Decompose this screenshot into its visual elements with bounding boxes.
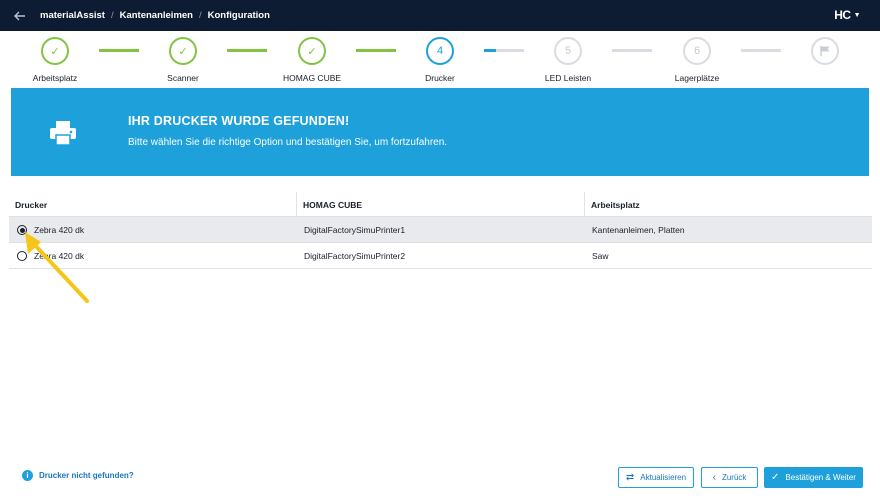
table-header: Drucker HOMAG CUBE Arbeitsplatz: [9, 192, 872, 217]
step-label: Scanner: [167, 73, 199, 83]
confirm-next-button[interactable]: ✓ Bestätigen & Weiter: [764, 467, 863, 488]
step-connector: [612, 49, 652, 52]
step-connector: [99, 49, 139, 52]
breadcrumb-item-module[interactable]: Kantenanleimen: [120, 10, 193, 21]
step-label: Arbeitsplatz: [32, 73, 78, 83]
printer-cell: Zebra 420 dk: [17, 217, 84, 243]
refresh-button[interactable]: ⇄ Aktualisieren: [618, 467, 694, 488]
check-icon: ✓: [298, 37, 326, 65]
step-number: 5: [554, 37, 582, 65]
table-row[interactable]: Zebra 420 dk DigitalFactorySimuPrinter2 …: [9, 243, 872, 269]
back-button[interactable]: ‹ Zurück: [701, 467, 758, 488]
table-row[interactable]: Zebra 420 dk DigitalFactorySimuPrinter1 …: [9, 217, 872, 243]
step-label: LED Leisten: [544, 73, 592, 83]
step-homag-cube[interactable]: ✓ HOMAG CUBE: [272, 37, 352, 83]
step-connector: [741, 49, 781, 52]
column-header-drucker: Drucker: [15, 199, 48, 210]
breadcrumb-item-app[interactable]: materialAssist: [40, 10, 105, 21]
swap-arrows-icon: ⇄: [625, 472, 635, 483]
breadcrumb-item-current: Konfiguration: [207, 10, 270, 21]
radio-button[interactable]: [17, 251, 27, 261]
check-icon: ✓: [41, 37, 69, 65]
info-icon: i: [22, 470, 33, 481]
banner-subtitle: Bitte wählen Sie die richtige Option und…: [128, 137, 448, 148]
column-header-homag-cube: HOMAG CUBE: [296, 192, 362, 217]
step-drucker[interactable]: 4 Drucker: [400, 37, 480, 83]
step-label: Drucker: [425, 73, 455, 83]
column-header-arbeitsplatz: Arbeitsplatz: [584, 192, 640, 217]
brand-logo: HC: [834, 8, 851, 22]
printer-name: Zebra 420 dk: [34, 251, 85, 261]
banner-title: IHR DRUCKER WURDE GEFUNDEN!: [128, 114, 350, 128]
refresh-label: Aktualisieren: [640, 473, 687, 482]
step-number: 6: [683, 37, 711, 65]
progress-stepper: ✓ Arbeitsplatz ✓ Scanner ✓ HOMAG CUBE 4 …: [0, 31, 880, 88]
check-icon: ✓: [771, 472, 780, 483]
step-connector: [356, 49, 396, 52]
step-connector: [227, 49, 267, 52]
workplace-cell: Kantenanleimen, Platten: [592, 225, 685, 235]
printer-icon: [49, 120, 77, 146]
chevron-left-icon: ‹: [712, 472, 716, 483]
step-label: HOMAG CUBE: [282, 73, 342, 83]
confirm-label: Bestätigen & Weiter: [785, 473, 856, 482]
brand-menu[interactable]: HC ▼: [834, 8, 860, 22]
printer-table: Drucker HOMAG CUBE Arbeitsplatz Zebra 42…: [9, 192, 872, 269]
back-arrow-icon[interactable]: [0, 0, 40, 31]
flag-icon: [811, 37, 839, 65]
printer-found-banner: IHR DRUCKER WURDE GEFUNDEN! Bitte wählen…: [11, 88, 869, 176]
printer-not-found-link[interactable]: i Drucker nicht gefunden?: [22, 470, 134, 481]
breadcrumb-separator: /: [110, 10, 114, 21]
check-icon: ✓: [169, 37, 197, 65]
step-label: Lagerplätze: [674, 73, 720, 83]
step-scanner[interactable]: ✓ Scanner: [143, 37, 223, 83]
breadcrumb: materialAssist / Kantenanleimen / Konfig…: [40, 10, 270, 21]
step-lagerplaetze: 6 Lagerplätze: [657, 37, 737, 83]
back-label: Zurück: [721, 473, 747, 482]
radio-button-selected[interactable]: [17, 225, 27, 235]
cube-cell: DigitalFactorySimuPrinter2: [304, 251, 406, 261]
breadcrumb-separator: /: [198, 10, 202, 21]
step-number: 4: [426, 37, 454, 65]
app-header: materialAssist / Kantenanleimen / Konfig…: [0, 0, 880, 31]
step-finish: [785, 37, 865, 65]
help-link-label: Drucker nicht gefunden?: [39, 471, 134, 480]
step-led-leisten: 5 LED Leisten: [528, 37, 608, 83]
printer-cell: Zebra 420 dk: [17, 243, 84, 269]
cube-cell: DigitalFactorySimuPrinter1: [304, 225, 406, 235]
step-connector: [484, 49, 524, 52]
printer-name: Zebra 420 dk: [34, 225, 85, 235]
step-arbeitsplatz[interactable]: ✓ Arbeitsplatz: [15, 37, 95, 83]
caret-down-icon: ▼: [853, 11, 861, 19]
workplace-cell: Saw: [592, 251, 609, 261]
